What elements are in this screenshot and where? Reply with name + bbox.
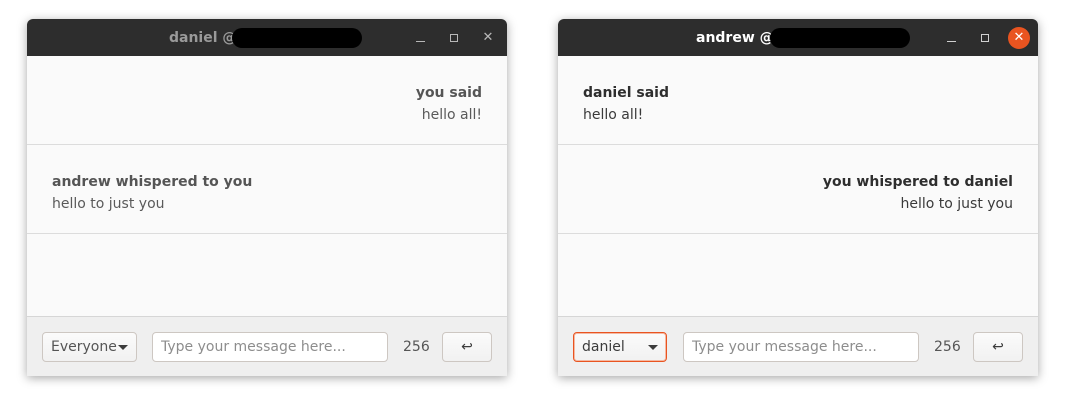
- compose-bar: Everyone 256 ↩: [27, 316, 507, 376]
- message-input[interactable]: [152, 332, 388, 362]
- char-counter: 256: [403, 339, 430, 355]
- message-item: you whispered to daniel hello to just yo…: [558, 145, 1038, 234]
- title-bar[interactable]: daniel @ ✕: [27, 19, 507, 56]
- window-title: andrew @: [696, 29, 774, 46]
- close-button[interactable]: ✕: [477, 27, 499, 49]
- window-title: daniel @: [169, 29, 237, 46]
- close-icon: ✕: [1013, 30, 1025, 45]
- minimize-icon: [946, 40, 956, 42]
- chat-window-andrew: andrew @ ✕ daniel said hello all! you wh…: [558, 19, 1038, 376]
- message-text: hello to just you: [52, 196, 165, 212]
- message-list: daniel said hello all! you whispered to …: [558, 56, 1038, 316]
- close-button[interactable]: ✕: [1008, 26, 1030, 49]
- close-icon: ✕: [482, 30, 494, 45]
- send-button[interactable]: ↩: [973, 332, 1023, 362]
- message-list: you said hello all! andrew whispered to …: [27, 56, 507, 316]
- chat-window-daniel: daniel @ ✕ you said hello all! andrew wh…: [27, 19, 507, 376]
- compose-bar: daniel 256 ↩: [558, 316, 1038, 376]
- minimize-icon: [415, 40, 425, 42]
- maximize-icon: [981, 33, 989, 42]
- minimize-button[interactable]: [409, 27, 431, 49]
- maximize-button[interactable]: [443, 27, 465, 49]
- window-controls: ✕: [928, 19, 1030, 56]
- message-input[interactable]: [683, 332, 919, 362]
- message-text: hello all!: [583, 107, 644, 123]
- message-item: daniel said hello all!: [558, 56, 1038, 145]
- window-controls: ✕: [397, 19, 499, 56]
- redacted-hostname: [232, 27, 363, 48]
- title-bar[interactable]: andrew @ ✕: [558, 19, 1038, 56]
- minimize-button[interactable]: [940, 27, 962, 49]
- send-button[interactable]: ↩: [442, 332, 492, 362]
- message-item: andrew whispered to you hello to just yo…: [27, 145, 507, 234]
- recipient-selected: daniel: [582, 339, 625, 355]
- message-sender: andrew whispered to you: [52, 174, 253, 190]
- chevron-down-icon: [118, 344, 128, 350]
- recipient-dropdown[interactable]: Everyone: [42, 332, 137, 362]
- recipient-selected: Everyone: [51, 339, 117, 355]
- message-sender: daniel said: [583, 85, 670, 101]
- return-icon: ↩: [461, 339, 473, 355]
- message-text: hello to just you: [900, 196, 1013, 212]
- message-text: hello all!: [421, 107, 482, 123]
- message-sender: you said: [415, 85, 482, 101]
- recipient-dropdown[interactable]: daniel: [573, 332, 667, 362]
- chevron-down-icon: [648, 344, 658, 350]
- message-item: you said hello all!: [27, 56, 507, 145]
- redacted-hostname: [769, 27, 910, 48]
- return-icon: ↩: [992, 339, 1004, 355]
- maximize-icon: [450, 33, 458, 42]
- maximize-button[interactable]: [974, 27, 996, 49]
- message-sender: you whispered to daniel: [822, 174, 1013, 190]
- char-counter: 256: [934, 339, 961, 355]
